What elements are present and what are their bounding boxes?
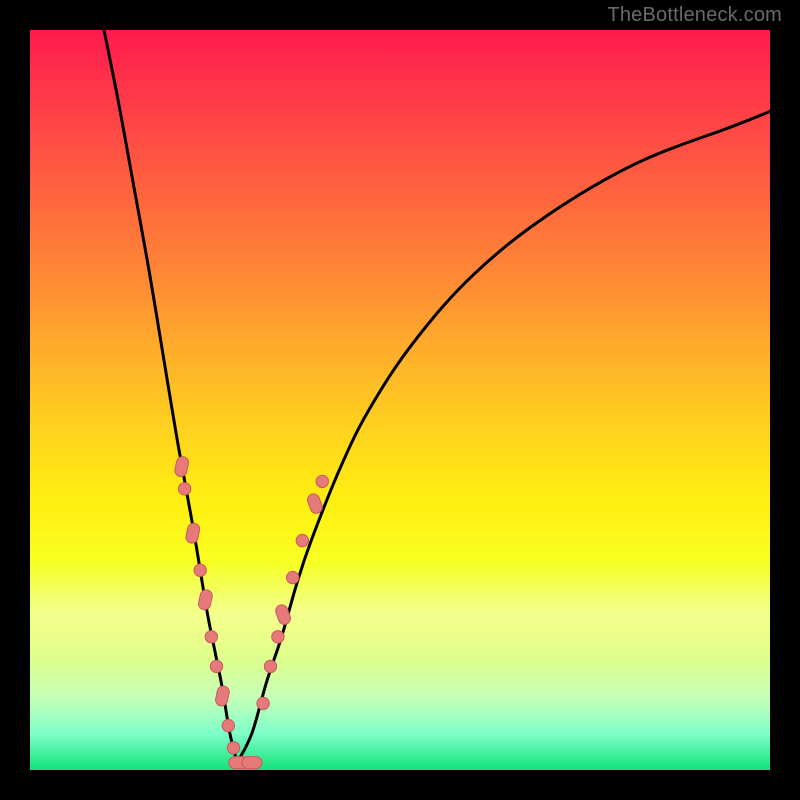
marker-left-branch	[194, 564, 206, 576]
marker-left-branch	[210, 660, 222, 672]
marker-left-branch	[222, 719, 234, 731]
marker-left-branch	[205, 631, 217, 643]
marker-left-branch	[185, 522, 201, 544]
curve-layer	[104, 30, 770, 763]
marker-left-branch	[214, 685, 230, 707]
curves-svg	[30, 30, 770, 770]
marker-left-branch	[178, 483, 190, 495]
marker-right-branch	[287, 571, 299, 583]
curve-left-branch	[104, 30, 237, 763]
marker-left-branch	[197, 589, 213, 611]
marker-right-branch	[264, 660, 276, 672]
curve-right-branch	[237, 111, 770, 762]
marker-right-branch	[316, 475, 328, 487]
marker-layer	[174, 456, 329, 769]
watermark-text: TheBottleneck.com	[607, 4, 782, 27]
chart-stage: TheBottleneck.com	[0, 0, 800, 800]
marker-right-branch	[296, 534, 308, 546]
marker-left-branch	[227, 742, 239, 754]
marker-right-branch	[257, 697, 269, 709]
marker-right-branch	[272, 631, 284, 643]
marker-flat	[242, 757, 262, 769]
plot-frame	[30, 30, 770, 770]
marker-left-branch	[174, 456, 190, 478]
